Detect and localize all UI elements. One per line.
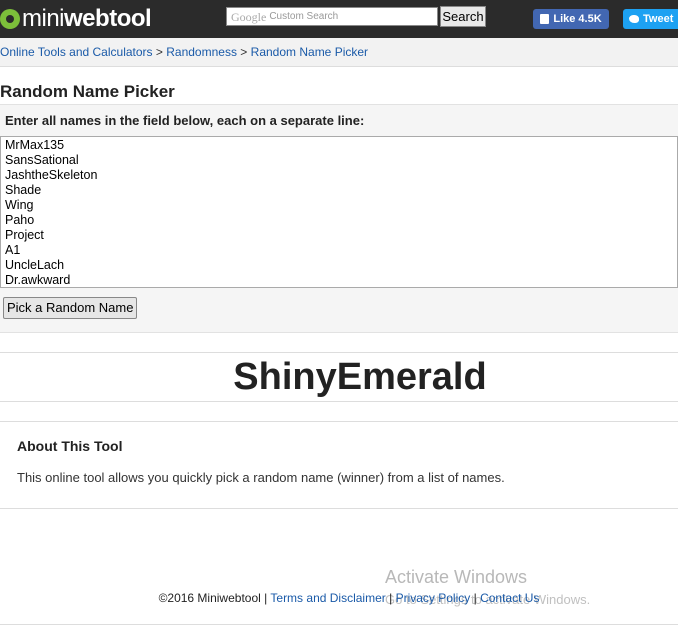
name-line: Dr.awkward bbox=[5, 273, 71, 287]
name-line: Paho bbox=[5, 213, 35, 227]
thumbs-up-icon bbox=[540, 14, 550, 24]
breadcrumb-separator: > bbox=[240, 45, 248, 59]
tweet-button[interactable]: Tweet bbox=[623, 9, 678, 29]
logo-mini-text: mini bbox=[22, 5, 65, 32]
breadcrumb-link-randomness[interactable]: Randomness bbox=[166, 45, 237, 59]
name-line: A1 bbox=[5, 243, 21, 257]
about-description: This online tool allows you quickly pick… bbox=[17, 470, 505, 485]
activate-windows-title: Activate Windows bbox=[385, 567, 528, 587]
name-line: JashtheSkeleton bbox=[5, 168, 98, 182]
tweet-label: Tweet bbox=[643, 13, 674, 25]
breadcrumb: Online Tools and Calculators > Randomnes… bbox=[0, 38, 678, 67]
result-panel: ShinyEmerald bbox=[0, 352, 678, 402]
page-title: Random Name Picker bbox=[0, 82, 175, 101]
about-section: About This Tool This online tool allows … bbox=[0, 421, 678, 509]
search-input[interactable]: Google Custom Search bbox=[226, 7, 438, 26]
breadcrumb-link-home[interactable]: Online Tools and Calculators bbox=[0, 45, 153, 59]
search-placeholder: Custom Search bbox=[269, 10, 339, 22]
terms-link[interactable]: Terms and Disclaimer bbox=[270, 591, 385, 605]
contact-link[interactable]: Contact Us bbox=[480, 591, 539, 605]
site-logo[interactable]: miniwebtool bbox=[0, 5, 152, 32]
divider bbox=[0, 624, 678, 625]
about-title: About This Tool bbox=[17, 438, 123, 454]
gear-logo-icon bbox=[0, 9, 20, 29]
names-textarea[interactable]: MrMax135 SansSational JashtheSkeleton Sh… bbox=[0, 136, 678, 288]
top-bar: miniwebtool Google Custom Search Search … bbox=[0, 0, 678, 38]
name-line: Project bbox=[5, 228, 44, 242]
name-input-panel: Enter all names in the field below, each… bbox=[0, 104, 678, 333]
footer-divider: | bbox=[473, 591, 477, 605]
logo-web-text: web bbox=[64, 5, 110, 32]
privacy-link[interactable]: Privacy Policy bbox=[396, 591, 471, 605]
instruction-label: Enter all names in the field below, each… bbox=[5, 113, 365, 128]
footer-divider: | bbox=[264, 591, 268, 605]
google-brand-label: Google bbox=[231, 9, 267, 24]
name-line: SansSational bbox=[5, 153, 79, 167]
name-line: Shade bbox=[5, 183, 42, 197]
name-line: MrMax135 bbox=[5, 138, 65, 152]
facebook-like-button[interactable]: Like 4.5K bbox=[533, 9, 609, 29]
breadcrumb-separator: > bbox=[155, 45, 163, 59]
twitter-bird-icon bbox=[629, 15, 639, 23]
picked-name-result: ShinyEmerald bbox=[233, 356, 487, 398]
like-label: Like 4.5K bbox=[553, 13, 602, 25]
name-line: Wing bbox=[5, 198, 34, 212]
name-line: UncleLach bbox=[5, 258, 65, 272]
footer: ©2016 Miniwebtool | Terms and Disclaimer… bbox=[0, 591, 678, 605]
copyright-text: ©2016 Miniwebtool bbox=[158, 591, 261, 605]
logo-tool-text: tool bbox=[109, 5, 152, 32]
breadcrumb-link-current[interactable]: Random Name Picker bbox=[251, 45, 368, 59]
footer-divider: | bbox=[389, 591, 393, 605]
search-button[interactable]: Search bbox=[440, 6, 486, 27]
pick-random-name-button[interactable]: Pick a Random Name bbox=[3, 297, 138, 319]
